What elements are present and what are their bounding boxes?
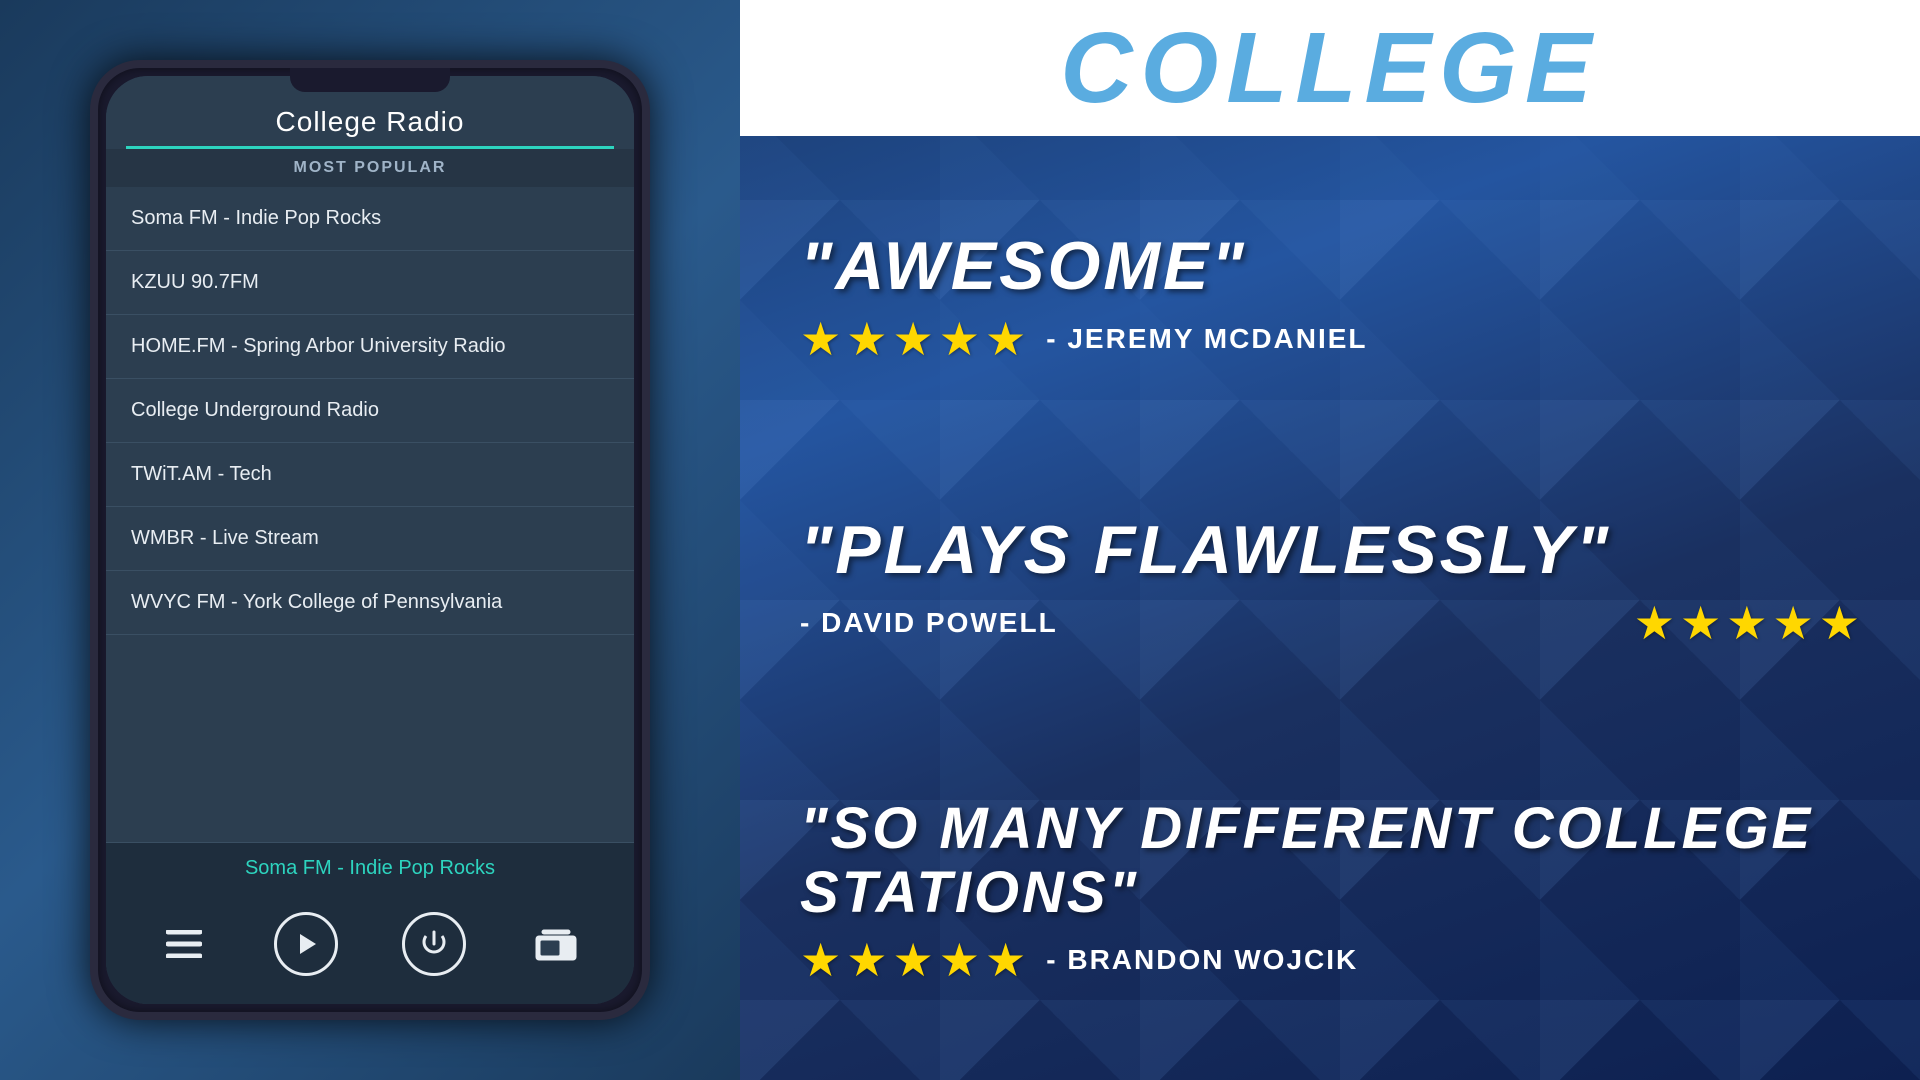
radio-button[interactable]: [530, 918, 582, 970]
star: ★: [1680, 596, 1721, 650]
stars-3: ★ ★ ★ ★ ★: [800, 933, 1026, 987]
phone-screen: College Radio MOST POPULAR Soma FM - Ind…: [106, 76, 634, 1004]
college-title: COLLEGE: [1060, 12, 1599, 124]
reviews-section: "AWESOME" ★ ★ ★ ★ ★ - JEREMY MCDANIEL "P…: [740, 136, 1920, 1080]
station-name: Soma FM - Indie Pop Rocks: [131, 207, 381, 229]
star: ★: [985, 933, 1026, 987]
star: ★: [1634, 596, 1675, 650]
review-quote-3: "SO MANY DIFFERENT COLLEGE STATIONS": [800, 797, 1860, 925]
review-meta-1: ★ ★ ★ ★ ★ - JEREMY MCDANIEL: [800, 312, 1860, 366]
star: ★: [800, 312, 841, 366]
station-item[interactable]: KZUU 90.7FM: [106, 251, 634, 315]
star: ★: [893, 312, 934, 366]
star: ★: [846, 312, 887, 366]
review-quote-1: "AWESOME": [800, 229, 1860, 304]
station-item[interactable]: College Underground Radio: [106, 379, 634, 443]
star: ★: [939, 933, 980, 987]
review-meta-3: ★ ★ ★ ★ ★ - BRANDON WOJCIK: [800, 933, 1860, 987]
star: ★: [985, 312, 1026, 366]
app-title: College Radio: [126, 106, 614, 138]
station-name: TWiT.AM - Tech: [131, 463, 272, 485]
star: ★: [893, 933, 934, 987]
menu-button[interactable]: [158, 918, 210, 970]
bottom-nav: [106, 894, 634, 1004]
review-quote-2: "PLAYS FLAWLESSLY": [800, 513, 1860, 588]
stars-1: ★ ★ ★ ★ ★: [800, 312, 1026, 366]
station-item[interactable]: Soma FM - Indie Pop Rocks: [106, 187, 634, 251]
most-popular-label: MOST POPULAR: [106, 149, 634, 187]
station-item[interactable]: WMBR - Live Stream: [106, 507, 634, 571]
now-playing-bar: Soma FM - Indie Pop Rocks: [106, 842, 634, 894]
review-block-2: "PLAYS FLAWLESSLY" - DAVID POWELL ★ ★ ★ …: [800, 513, 1860, 650]
station-item[interactable]: HOME.FM - Spring Arbor University Radio: [106, 315, 634, 379]
reviewer-name-3: - BRANDON WOJCIK: [1046, 944, 1358, 976]
star: ★: [1726, 596, 1767, 650]
station-name: College Underground Radio: [131, 399, 379, 421]
star: ★: [846, 933, 887, 987]
left-panel: College Radio MOST POPULAR Soma FM - Ind…: [0, 0, 740, 1080]
phone-notch: [290, 68, 450, 92]
reviewer-name-1: - JEREMY MCDANIEL: [1046, 323, 1367, 355]
star: ★: [1819, 596, 1860, 650]
station-item[interactable]: WVYC FM - York College of Pennsylvania: [106, 571, 634, 635]
station-item[interactable]: TWiT.AM - Tech: [106, 443, 634, 507]
review-block-3: "SO MANY DIFFERENT COLLEGE STATIONS" ★ ★…: [800, 797, 1860, 987]
phone-mockup: College Radio MOST POPULAR Soma FM - Ind…: [90, 60, 650, 1020]
right-panel: COLLEGE "AWESOME" ★ ★ ★ ★ ★ - JEREMY MCD…: [740, 0, 1920, 1080]
now-playing-text: Soma FM - Indie Pop Rocks: [245, 857, 495, 879]
review-meta-2: - DAVID POWELL ★ ★ ★ ★ ★: [800, 596, 1860, 650]
star: ★: [939, 312, 980, 366]
power-button[interactable]: [402, 912, 466, 976]
college-header: COLLEGE: [740, 0, 1920, 136]
station-name: WVYC FM - York College of Pennsylvania: [131, 591, 502, 613]
star: ★: [800, 933, 841, 987]
station-name: KZUU 90.7FM: [131, 271, 259, 293]
station-name: WMBR - Live Stream: [131, 527, 319, 549]
review-block-1: "AWESOME" ★ ★ ★ ★ ★ - JEREMY MCDANIEL: [800, 229, 1860, 366]
play-button[interactable]: [274, 912, 338, 976]
station-list: Soma FM - Indie Pop Rocks KZUU 90.7FM HO…: [106, 187, 634, 842]
reviewer-name-2: - DAVID POWELL: [800, 607, 1058, 639]
station-name: HOME.FM - Spring Arbor University Radio: [131, 335, 506, 357]
star: ★: [1773, 596, 1814, 650]
stars-2: ★ ★ ★ ★ ★: [1634, 596, 1860, 650]
